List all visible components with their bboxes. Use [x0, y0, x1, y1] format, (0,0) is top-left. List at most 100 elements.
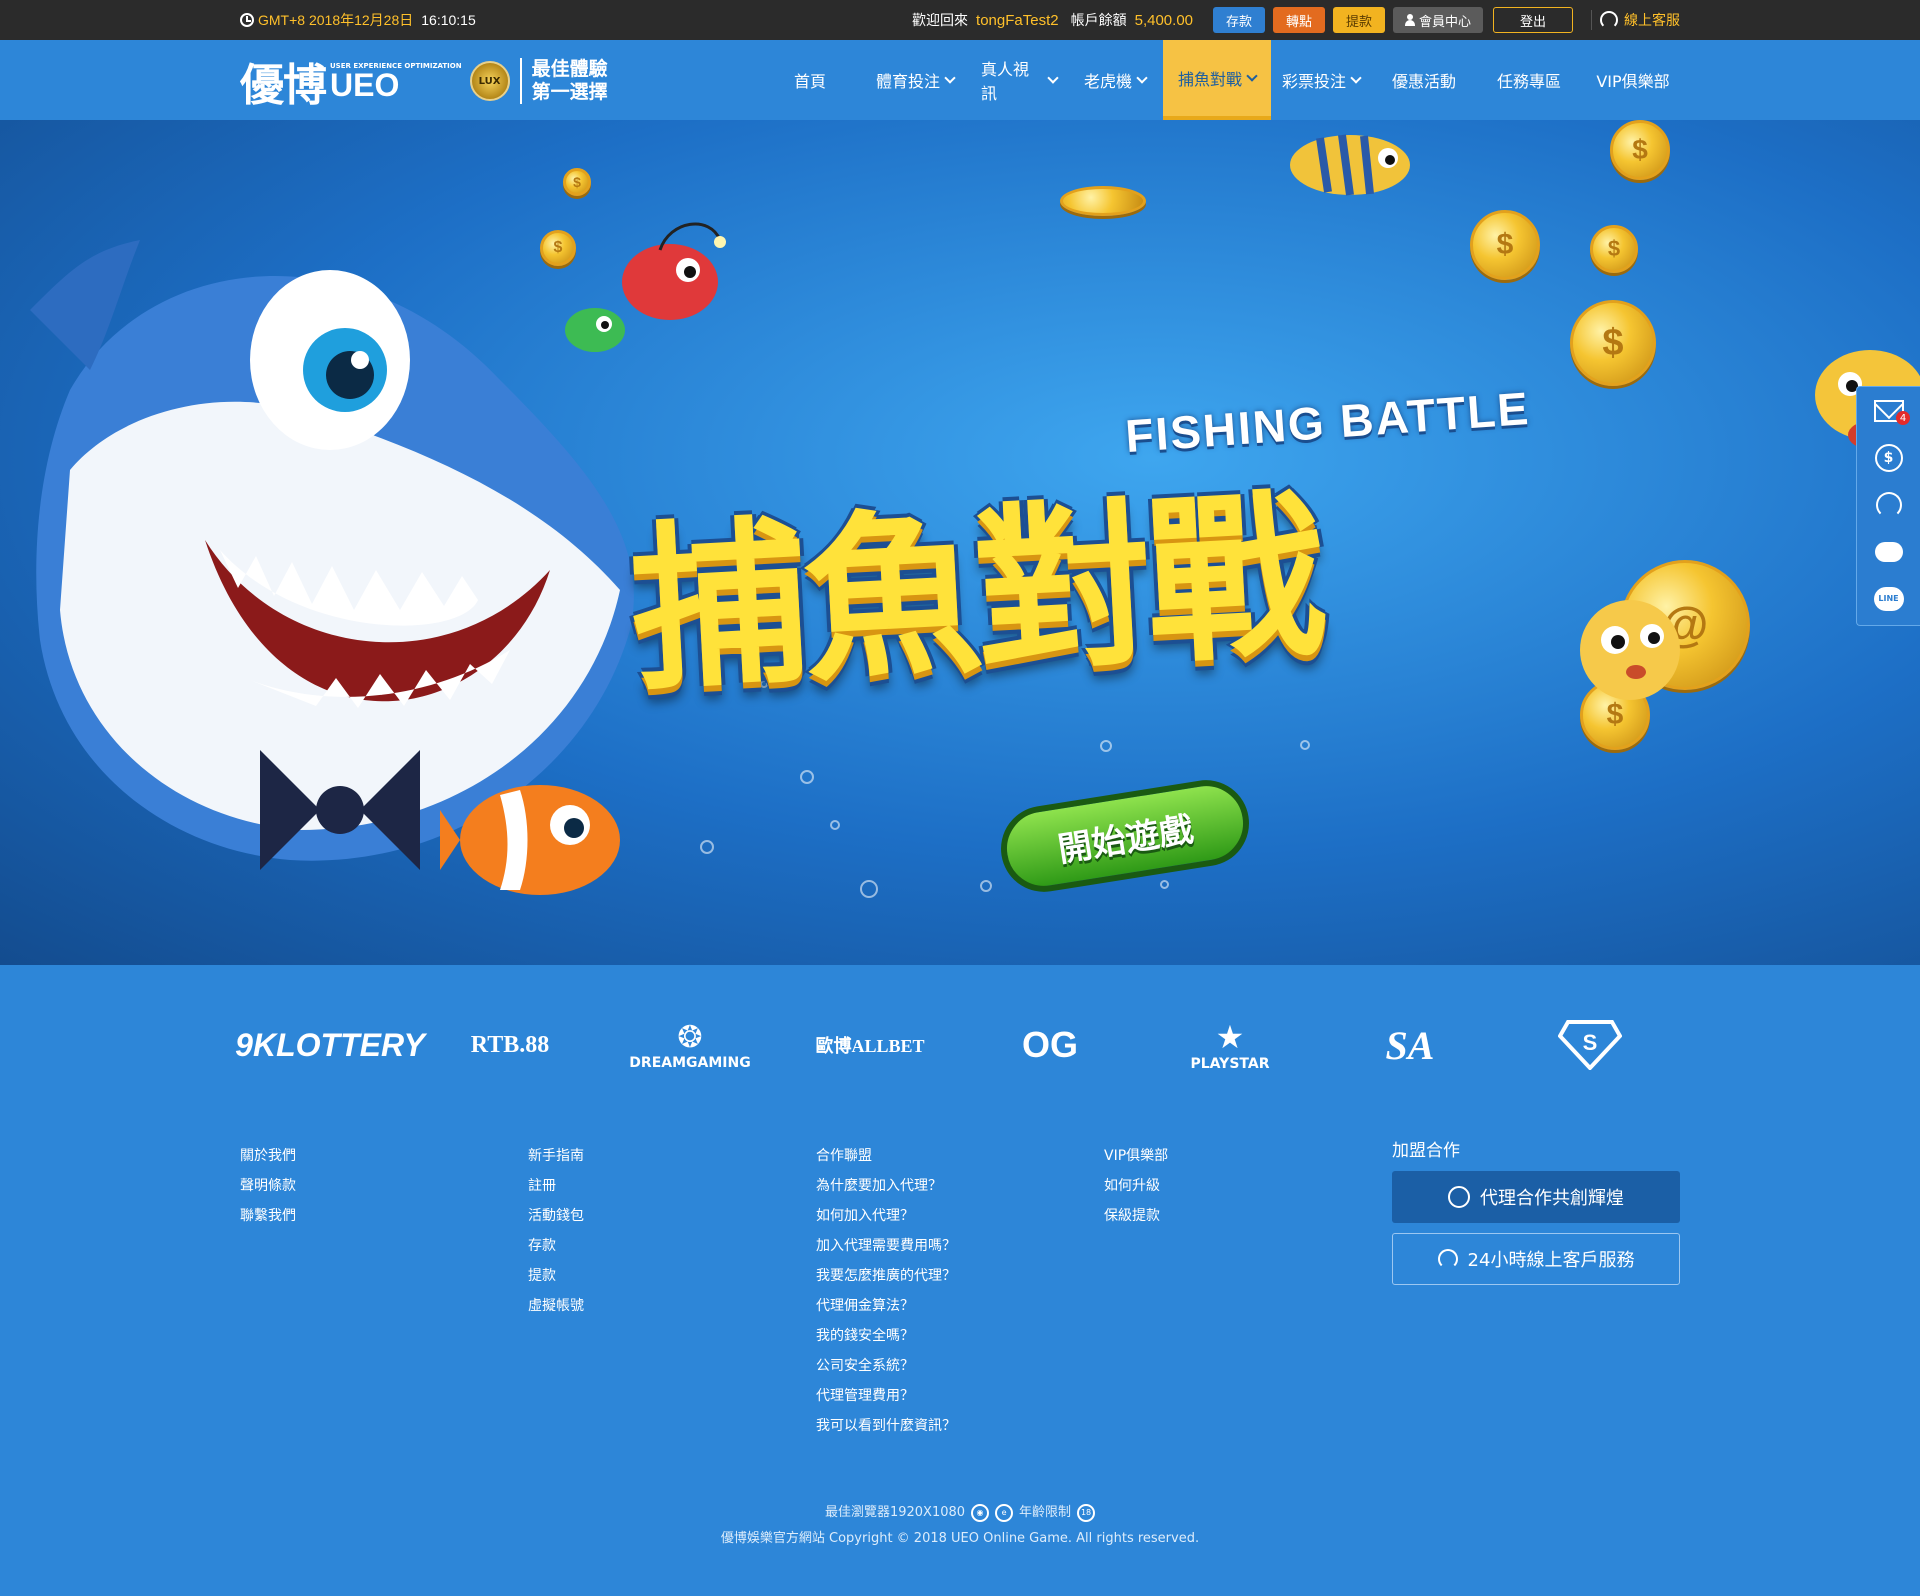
- logout-button[interactable]: 登出: [1493, 7, 1573, 33]
- nav-item-label: 捕魚對戰: [1177, 70, 1242, 89]
- footer-col-agents: 合作聯盟 為什麼要加入代理？ 如何加入代理？ 加入代理需要費用嗎？ 我要怎麼推廣…: [816, 1141, 956, 1441]
- footer-link[interactable]: 保級提款: [1104, 1201, 1168, 1231]
- nav-item-label: 優惠活動: [1391, 72, 1456, 91]
- footer-link[interactable]: 我可以看到什麼資訊？: [816, 1411, 956, 1441]
- coin-icon: [1060, 186, 1146, 216]
- clownfish-illustration: [440, 785, 620, 895]
- footer-link[interactable]: 代理佣金算法？: [816, 1291, 956, 1321]
- nav-item-promotions[interactable]: 優惠活動: [1371, 40, 1477, 120]
- deposit-float-button[interactable]: $: [1857, 434, 1920, 481]
- clock-icon: [240, 13, 254, 27]
- logo-main: 優博: [240, 61, 327, 110]
- chevron-down-icon: [944, 72, 956, 84]
- partner-logo-og: OG: [1021, 1024, 1078, 1065]
- balance-value: 5,400.00: [1134, 11, 1193, 29]
- agent-partner-label: 代理合作共創輝煌: [1480, 1188, 1624, 1209]
- superman-shield-letter: S: [1583, 1030, 1598, 1055]
- footer-link[interactable]: 關於我們: [240, 1141, 296, 1171]
- footer-link[interactable]: 公司安全系統？: [816, 1351, 956, 1381]
- copyright: 優博娛樂官方網站 Copyright © 2018 UEO Online Gam…: [720, 1531, 1200, 1546]
- agent-partner-button[interactable]: 代理合作共創輝煌: [1392, 1171, 1680, 1223]
- coin-icon: $: [1610, 120, 1670, 180]
- footer-link[interactable]: 聲明條款: [240, 1171, 296, 1201]
- nav-item-fishing[interactable]: 捕魚對戰: [1163, 40, 1271, 120]
- footer-link[interactable]: 註冊: [528, 1171, 584, 1201]
- partner-logo-playstar: ★ PLAYSTAR: [1140, 1018, 1320, 1072]
- footer-col-guide: 新手指南 註冊 活動錢包 存款 提款 虛擬帳號: [528, 1141, 584, 1321]
- footer-link[interactable]: 提款: [528, 1261, 584, 1291]
- nav-item-label: 任務專區: [1496, 72, 1561, 91]
- footer-link[interactable]: 如何加入代理？: [816, 1201, 956, 1231]
- line-button[interactable]: LINE: [1857, 575, 1920, 622]
- online-support-link[interactable]: 線上客服: [1591, 10, 1680, 30]
- nav-item-slots[interactable]: 老虎機: [1067, 40, 1163, 120]
- footer-col-vip: VIP俱樂部 如何升級 保級提款: [1104, 1141, 1168, 1231]
- nav-item-missions[interactable]: 任務專區: [1477, 40, 1581, 120]
- chevron-down-icon: [1350, 72, 1362, 84]
- pufferfish-illustration: [1580, 600, 1680, 700]
- coin-icon: $: [563, 168, 591, 196]
- footer-link[interactable]: 如何升級: [1104, 1171, 1168, 1201]
- footer-link[interactable]: 活動錢包: [528, 1201, 584, 1231]
- transfer-button[interactable]: 轉點: [1273, 7, 1325, 33]
- headset-icon: [1600, 11, 1618, 29]
- member-center-label: 會員中心: [1419, 13, 1472, 29]
- slogan-line-2: 第一選擇: [531, 81, 608, 103]
- partner-logo-rtb: RTB.88: [470, 1031, 550, 1058]
- wechat-button[interactable]: [1857, 528, 1920, 575]
- nav-item-home[interactable]: 首頁: [783, 40, 837, 120]
- join-title: 加盟合作: [1392, 1141, 1460, 1161]
- chevron-down-icon: [1136, 72, 1148, 84]
- footer-link[interactable]: 我要怎麼推廣的代理？: [816, 1261, 956, 1291]
- footer-link[interactable]: 聯繫我們: [240, 1201, 296, 1231]
- coin-icon: $: [1570, 300, 1656, 386]
- footer-link[interactable]: 加入代理需要費用嗎？: [816, 1231, 956, 1261]
- deposit-button[interactable]: 存款: [1213, 7, 1265, 33]
- chrome-icon: ◉: [971, 1504, 990, 1522]
- join-section: 加盟合作 代理合作共創輝煌 24小時線上客戶服務: [1392, 1136, 1680, 1295]
- person-icon: [1405, 14, 1415, 26]
- footer-link[interactable]: 代理管理費用？: [816, 1381, 956, 1411]
- nav-item-label: 首頁: [793, 72, 826, 91]
- banner-title-cn: 捕魚對戰: [625, 472, 1324, 715]
- slogan: 最佳體驗 第一選擇: [519, 58, 608, 104]
- customer-service-label: 24小時線上客戶服務: [1467, 1250, 1635, 1271]
- coin-icon: $: [1470, 210, 1540, 280]
- site-logo[interactable]: 優博 USER EXPERIENCE OPTIMIZATION UEO LUX …: [240, 54, 608, 110]
- member-center-button[interactable]: 會員中心: [1393, 7, 1483, 33]
- footer-link[interactable]: 存款: [528, 1231, 584, 1261]
- footer-link[interactable]: 合作聯盟: [816, 1141, 956, 1171]
- withdraw-button[interactable]: 提款: [1333, 7, 1385, 33]
- hero-banner[interactable]: $ $ $ $ $ $ @ $ FISHING BATTLE 捕魚對戰 開始遊戲: [0, 120, 1920, 965]
- start-game-button[interactable]: 開始遊戲: [994, 773, 1256, 899]
- footer-link[interactable]: 虛擬帳號: [528, 1291, 584, 1321]
- clock-time: 16:10:15: [421, 12, 476, 28]
- footer-link[interactable]: 我的錢安全嗎？: [816, 1321, 956, 1351]
- partner-logo-sa: SA: [1385, 1022, 1435, 1068]
- main-nav: 優博 USER EXPERIENCE OPTIMIZATION UEO LUX …: [0, 40, 1920, 120]
- headset-icon: [1875, 491, 1902, 518]
- footer-link[interactable]: VIP俱樂部: [1104, 1141, 1168, 1171]
- footer-link[interactable]: 為什麼要加入代理？: [816, 1171, 956, 1201]
- nav-item-sports[interactable]: 體育投注: [859, 40, 971, 120]
- line-icon: LINE: [1873, 586, 1904, 611]
- online-support-label: 線上客服: [1624, 13, 1680, 29]
- side-float-toolbar: 4 $ LINE: [1856, 386, 1920, 626]
- footer-bottom: 最佳瀏覽器1920X1080 ◉ e 年齡限制 18 優博娛樂官方網站 Copy…: [0, 1500, 1920, 1552]
- support-float-button[interactable]: [1857, 481, 1920, 528]
- footer-link[interactable]: 新手指南: [528, 1141, 584, 1171]
- striped-fish-illustration: [1290, 134, 1410, 196]
- nav-item-lottery[interactable]: 彩票投注: [1271, 40, 1371, 120]
- mail-button[interactable]: 4: [1857, 387, 1920, 434]
- nav-item-label: 老虎機: [1083, 72, 1132, 91]
- welcome-text: 歡迎回來: [912, 13, 969, 29]
- nav-item-live-casino[interactable]: 真人視訊: [971, 40, 1067, 120]
- dreamgaming-emblem-icon: ❂: [677, 1019, 703, 1055]
- customer-service-button[interactable]: 24小時線上客戶服務: [1392, 1233, 1680, 1285]
- mail-count-badge: 4: [1896, 411, 1910, 425]
- headset-icon: [1437, 1249, 1458, 1269]
- chevron-down-icon: [1246, 70, 1258, 82]
- star-icon: ★: [1215, 1018, 1245, 1056]
- nav-item-label: 彩票投注: [1281, 72, 1346, 91]
- nav-item-vip[interactable]: VIP俱樂部: [1581, 40, 1685, 120]
